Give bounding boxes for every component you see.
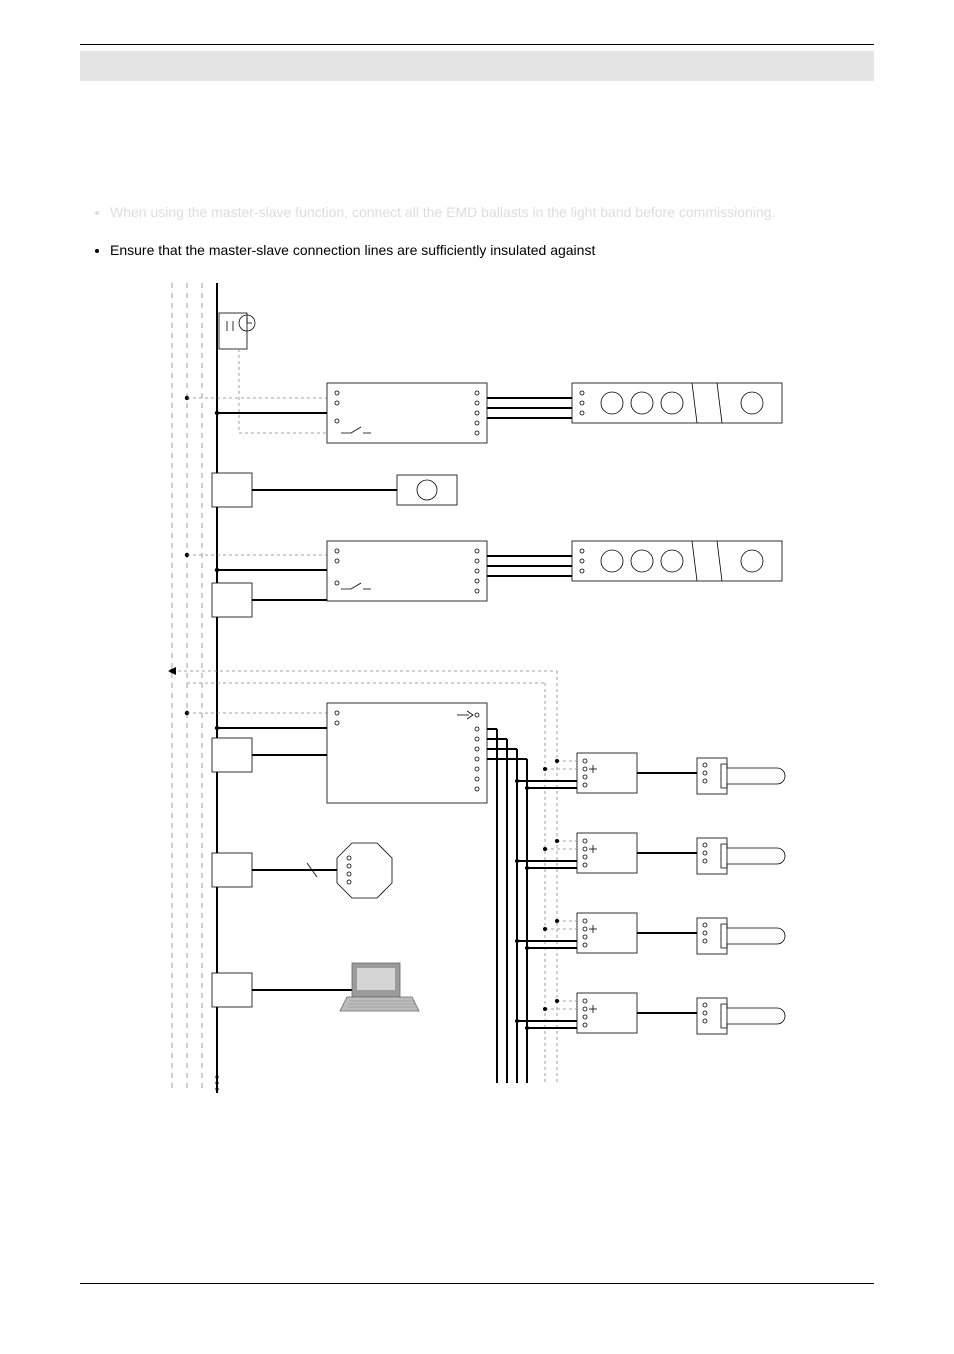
bullet-2: Ensure that the master-slave connection … bbox=[110, 239, 874, 263]
header-band bbox=[80, 51, 874, 81]
document-page: 4.3 Wiring diagrams Note When using the … bbox=[0, 0, 954, 1338]
bullet-1: When using the master-slave function, co… bbox=[110, 201, 874, 225]
top-rule bbox=[80, 44, 874, 45]
wiring-diagram bbox=[80, 283, 874, 1093]
note-list: When using the master-slave function, co… bbox=[110, 201, 874, 263]
page-footer bbox=[80, 1283, 874, 1288]
